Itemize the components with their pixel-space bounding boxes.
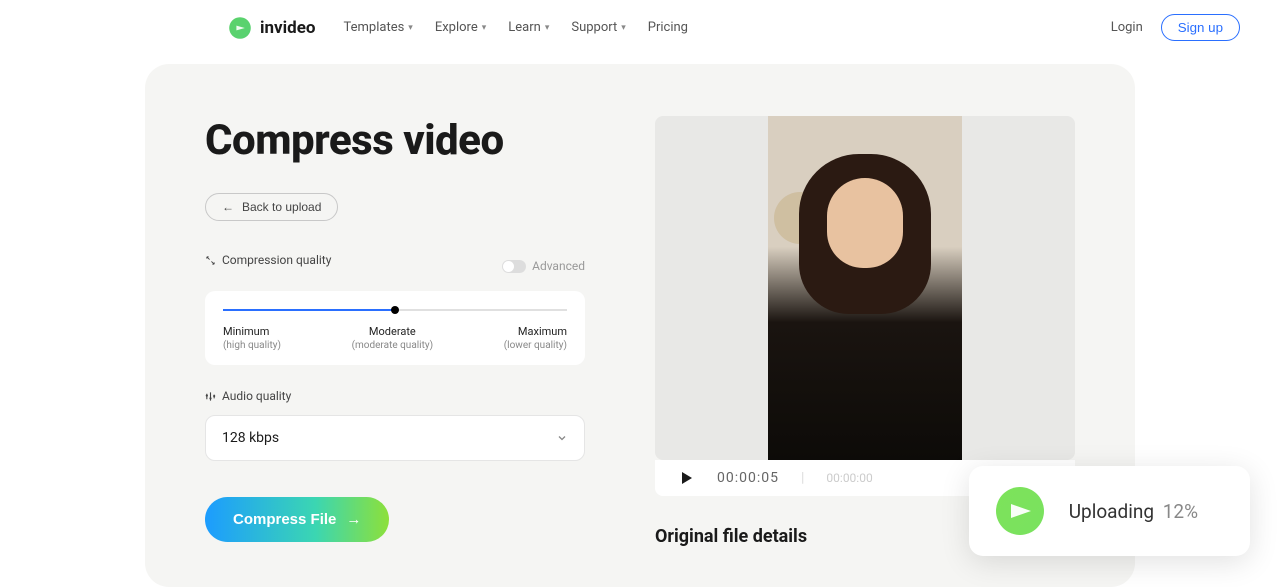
brand-logo[interactable]: invideo [228,16,315,40]
nav-right: Login Sign up [1111,14,1240,41]
nav-explore[interactable]: Explore▾ [435,20,486,35]
compress-file-button[interactable]: Compress File → [205,497,389,542]
slider-thumb[interactable] [391,306,399,314]
upload-label: Uploading [1069,500,1154,523]
video-thumbnail[interactable] [768,116,962,460]
arrow-right-icon: → [346,511,361,528]
video-preview [655,116,1075,460]
toggle-switch-icon [502,260,526,273]
brand-name: invideo [260,18,315,38]
compression-section-row: Compression quality Advanced [205,253,585,279]
upload-percent: 12% [1163,500,1198,523]
signup-button[interactable]: Sign up [1161,14,1240,41]
top-navigation: invideo Templates▾ Explore▾ Learn▾ Suppo… [0,0,1280,56]
time-separator: | [801,470,804,486]
compress-icon [205,255,216,266]
controls-panel: Compress video ← Back to upload Compress… [205,116,585,547]
nav-templates[interactable]: Templates▾ [343,20,412,35]
nav-learn[interactable]: Learn▾ [508,20,549,35]
total-duration: 00:00:00 [826,471,872,485]
audio-label: Audio quality [205,389,585,403]
arrow-left-icon: ← [222,200,234,214]
upload-status: Uploading 12% [1069,500,1198,523]
slider-fill [223,309,395,311]
audio-settings-icon [205,391,216,402]
invideo-logo-icon [993,484,1047,538]
chevron-down-icon: ▾ [482,23,487,33]
invideo-logo-icon [228,16,252,40]
quality-slider[interactable] [223,309,567,311]
current-time: 00:00:05 [717,470,779,486]
chevron-down-icon: ▾ [408,23,413,33]
nav-support[interactable]: Support▾ [571,20,625,35]
back-to-upload-button[interactable]: ← Back to upload [205,193,338,221]
upload-progress-card: Uploading 12% [969,466,1250,556]
compression-label: Compression quality [205,253,331,267]
audio-quality-select[interactable]: 128 kbps [205,415,585,461]
slider-max-label: Maximum(lower quality) [504,325,567,351]
play-icon[interactable] [679,470,695,486]
login-link[interactable]: Login [1111,20,1143,35]
page-title: Compress video [205,116,585,165]
chevron-down-icon [556,432,568,444]
chevron-down-icon: ▾ [545,23,550,33]
audio-quality-value: 128 kbps [222,430,279,446]
advanced-toggle[interactable]: Advanced [502,259,585,273]
slider-mid-label: Moderate(moderate quality) [352,325,434,351]
slider-labels: Minimum(high quality) Moderate(moderate … [223,325,567,351]
compression-slider-card: Minimum(high quality) Moderate(moderate … [205,291,585,365]
slider-min-label: Minimum(high quality) [223,325,281,351]
nav-pricing[interactable]: Pricing [648,20,688,35]
nav-links: Templates▾ Explore▾ Learn▾ Support▾ Pric… [343,20,688,35]
chevron-down-icon: ▾ [621,23,626,33]
